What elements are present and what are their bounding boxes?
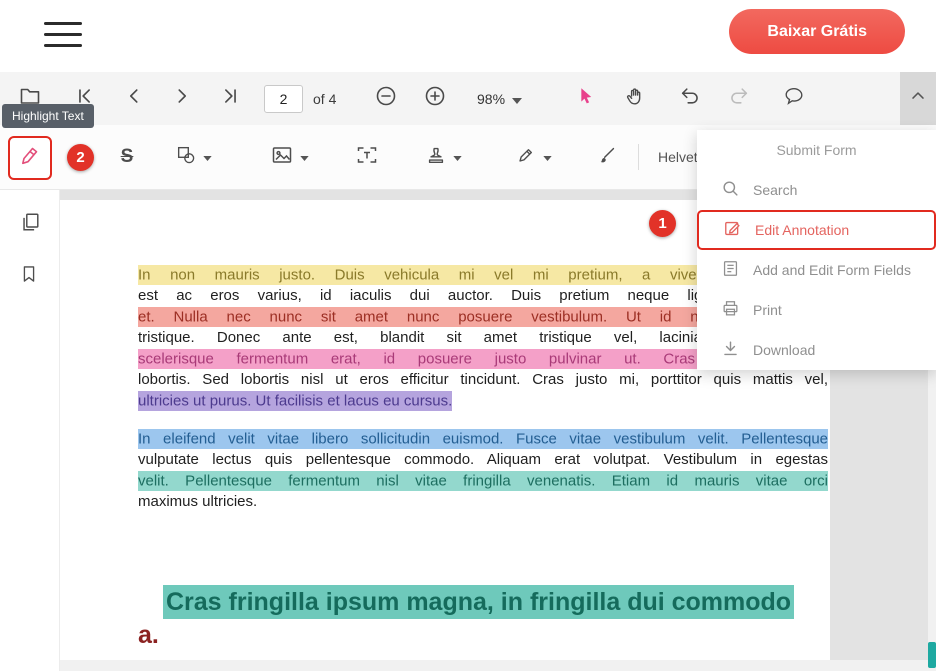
- collapse-toolbar-button[interactable]: [900, 72, 936, 125]
- menu-item-label: Search: [753, 182, 797, 198]
- horizontal-scrollbar[interactable]: [60, 660, 928, 671]
- step-2-badge: 2: [67, 144, 94, 171]
- chevron-down-icon: [453, 148, 462, 166]
- bookmark-icon: [19, 271, 39, 288]
- zoom-in-icon: [423, 84, 447, 113]
- chevron-down-icon: [300, 148, 309, 166]
- print-icon: [721, 299, 740, 321]
- highlight-annotation-heading[interactable]: Cras fringilla ipsum magna, in fringilla…: [163, 585, 794, 619]
- previous-page-button[interactable]: [119, 84, 149, 114]
- pages-icon: [19, 220, 41, 237]
- strikethrough-tool[interactable]: S: [113, 139, 141, 175]
- zoom-in-button[interactable]: [420, 84, 450, 114]
- highlight-annotation-teal[interactable]: velit. Pellentesque fermentum nisl vitae…: [138, 471, 828, 491]
- select-cursor-button[interactable]: [570, 84, 600, 114]
- left-sidebar: [0, 190, 60, 671]
- menu-item-edit-annotation[interactable]: Edit Annotation: [697, 210, 936, 250]
- chevron-down-icon: [512, 91, 522, 107]
- chevron-right-icon: [171, 85, 193, 112]
- top-header: Baixar Grátis: [0, 0, 936, 72]
- highlight-text-tooltip: Highlight Text: [2, 104, 94, 128]
- comment-bubble-icon: [783, 85, 805, 112]
- doc-line: velit. Pellentesque fermentum nisl vitae…: [138, 470, 828, 491]
- zoom-level-select[interactable]: 98%: [477, 91, 522, 107]
- navigation-toolbar: of 4 98%: [0, 72, 936, 125]
- highlight-text-tool[interactable]: [8, 136, 52, 180]
- menu-item-form-fields[interactable]: Add and Edit Form Fields: [697, 250, 936, 290]
- menu-item-search[interactable]: Search: [697, 170, 936, 210]
- last-page-icon: [219, 85, 241, 112]
- step-1-badge: 1: [649, 210, 676, 237]
- font-family-select[interactable]: Helvet: [658, 149, 698, 165]
- document-heading: Cras fringilla ipsum magna, in fringilla…: [138, 586, 830, 651]
- stamp-icon: [425, 144, 447, 171]
- page-thumbnails-button[interactable]: [19, 211, 41, 238]
- download-free-button[interactable]: Baixar Grátis: [729, 9, 905, 54]
- zoom-out-icon: [374, 84, 398, 113]
- menu-item-label: Edit Annotation: [755, 222, 849, 238]
- signature-tool[interactable]: [515, 139, 552, 175]
- shapes-tool[interactable]: [175, 139, 212, 175]
- paragraph-2: In eleifend velit vitae libero sollicitu…: [138, 428, 830, 512]
- stamp-tool[interactable]: [425, 139, 462, 175]
- redo-button[interactable]: [724, 84, 754, 114]
- form-fields-icon: [721, 259, 740, 281]
- pdf-editor-window: Baixar Grátis of 4 98%: [0, 0, 936, 671]
- strikethrough-icon: S: [121, 146, 134, 168]
- doc-line: vulputate lectus quis pellentesque commo…: [138, 449, 828, 470]
- menu-item-print[interactable]: Print: [697, 290, 936, 330]
- heading-line: Cras fringilla ipsum magna, in fringilla…: [138, 586, 828, 618]
- scrollbar-thumb[interactable]: [928, 642, 936, 668]
- hand-icon: [624, 85, 646, 112]
- menu-item-label: Download: [753, 342, 815, 358]
- menu-item-label: Add and Edit Form Fields: [753, 262, 911, 278]
- comment-button[interactable]: [779, 84, 809, 114]
- doc-line: ultricies ut purus. Ut facilisis et lacu…: [138, 390, 828, 411]
- menu-item-download[interactable]: Download: [697, 330, 936, 370]
- bookmarks-button[interactable]: [19, 264, 39, 289]
- more-actions-menu: Submit Form Search Edit Annotation Add a…: [697, 130, 936, 370]
- page-number-input[interactable]: [264, 85, 303, 113]
- brush-tool[interactable]: [593, 139, 621, 175]
- undo-button[interactable]: [675, 84, 705, 114]
- next-page-button[interactable]: [167, 84, 197, 114]
- hamburger-menu-icon[interactable]: [44, 22, 82, 47]
- fountain-pen-icon: [515, 144, 537, 171]
- chevron-up-icon: [908, 86, 928, 111]
- hand-pan-button[interactable]: [620, 84, 650, 114]
- highlight-annotation-purple[interactable]: ultricies ut purus. Ut facilisis et lacu…: [138, 391, 452, 411]
- menu-item-label: Submit Form: [776, 142, 856, 158]
- chevron-down-icon: [543, 148, 552, 166]
- doc-line: lobortis. Sed lobortis nisl ut eros effi…: [138, 369, 828, 390]
- edit-annotation-icon: [723, 219, 742, 241]
- text-box-tool[interactable]: [353, 139, 381, 175]
- shapes-icon: [175, 144, 197, 171]
- menu-item-submit-form: Submit Form: [697, 130, 936, 170]
- search-icon: [721, 179, 740, 201]
- zoom-level-value: 98%: [477, 91, 505, 107]
- zoom-out-button[interactable]: [371, 84, 401, 114]
- download-icon: [721, 339, 740, 361]
- image-icon: [270, 143, 294, 172]
- toolbar-divider: [638, 144, 639, 170]
- undo-icon: [679, 85, 701, 112]
- redo-icon: [728, 85, 750, 112]
- brush-icon: [596, 144, 618, 171]
- doc-line: maximus ultricies.: [138, 491, 828, 512]
- highlight-annotation-blue[interactable]: In eleifend velit vitae libero sollicitu…: [138, 429, 828, 449]
- page-total-label: of 4: [313, 91, 336, 107]
- text-box-icon: [355, 143, 379, 172]
- last-page-button[interactable]: [215, 84, 245, 114]
- menu-item-label: Print: [753, 302, 782, 318]
- doc-line: In eleifend velit vitae libero sollicitu…: [138, 428, 828, 449]
- cursor-arrow-icon: [574, 85, 596, 112]
- highlight-pen-icon: [18, 144, 42, 173]
- chevron-down-icon: [203, 148, 212, 166]
- image-tool[interactable]: [270, 139, 309, 175]
- chevron-left-icon: [123, 85, 145, 112]
- heading-suffix: a.: [138, 619, 830, 651]
